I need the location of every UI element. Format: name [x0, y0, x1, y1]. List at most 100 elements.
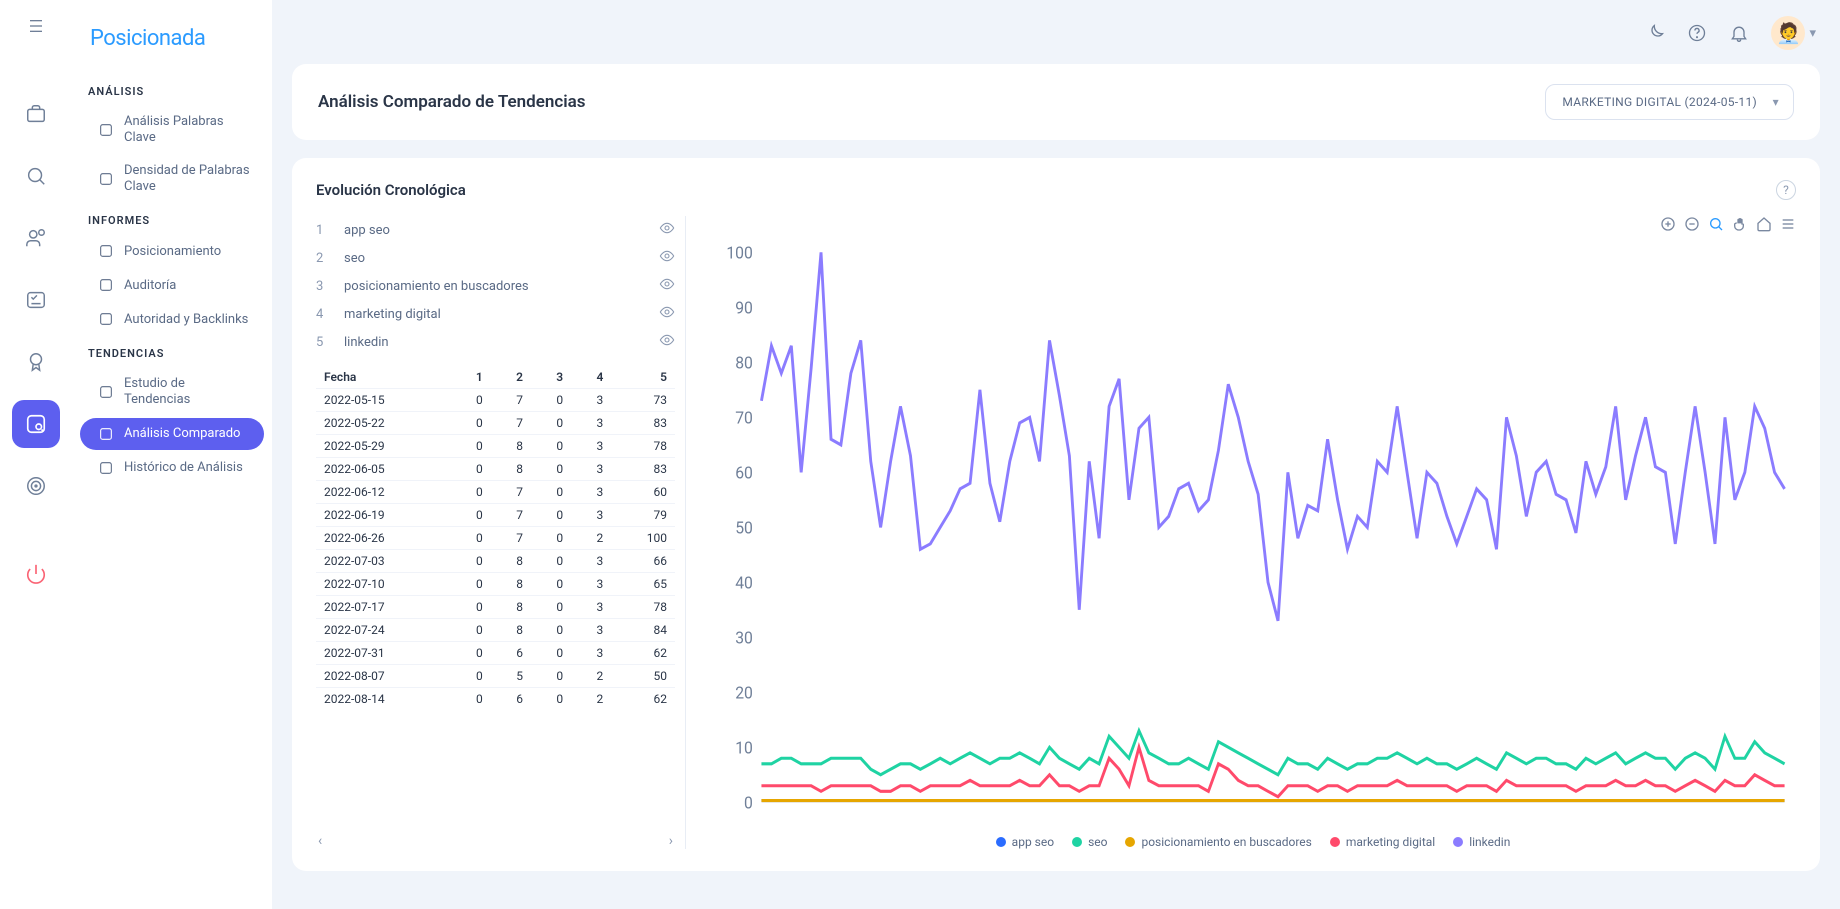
- avatar: 🧑‍💼: [1771, 16, 1805, 50]
- hamburger-icon[interactable]: [25, 18, 47, 34]
- legend-item[interactable]: posicionamiento en buscadores: [1125, 835, 1311, 849]
- panel-help-icon[interactable]: ?: [1776, 180, 1796, 200]
- table-row: 2022-07-10080365: [316, 573, 675, 596]
- eye-icon[interactable]: [659, 332, 675, 352]
- eye-icon[interactable]: [659, 304, 675, 324]
- rail-search-icon[interactable]: [12, 152, 60, 200]
- panel-title: Evolución Cronológica: [316, 181, 466, 199]
- sidebar-item[interactable]: Análisis Comparado: [80, 418, 264, 450]
- keyword-index: 3: [316, 279, 330, 294]
- y-tick-label: 0: [744, 793, 753, 813]
- bell-icon[interactable]: [1729, 23, 1749, 43]
- cell-date: 2022-08-14: [316, 688, 451, 711]
- zoom-out-icon[interactable]: [1684, 216, 1700, 236]
- page-title: Análisis Comparado de Tendencias: [318, 92, 586, 112]
- cell-value: 8: [491, 435, 531, 458]
- keyword-name: linkedin: [344, 335, 645, 350]
- sidebar-item[interactable]: Análisis Palabras Clave: [80, 106, 264, 153]
- cell-date: 2022-07-10: [316, 573, 451, 596]
- sidebar-item[interactable]: Auditoría: [80, 269, 264, 301]
- legend-item[interactable]: seo: [1072, 835, 1107, 849]
- sidebar-section-label: INFORMES: [72, 204, 272, 233]
- chart-area: 0102030405060708090100 app seoseoposicio…: [710, 216, 1796, 849]
- rail-briefcase-icon[interactable]: [12, 90, 60, 138]
- menu-icon[interactable]: [1780, 216, 1796, 236]
- sidebar-section-label: TENDENCIAS: [72, 337, 272, 366]
- legend-item[interactable]: linkedin: [1453, 835, 1510, 849]
- cell-value: 3: [571, 642, 611, 665]
- legend-label: seo: [1088, 835, 1107, 849]
- line-chart[interactable]: 0102030405060708090100: [710, 240, 1796, 827]
- area-zoom-icon[interactable]: [1708, 216, 1724, 236]
- legend-dot: [996, 837, 1006, 847]
- y-tick-label: 20: [735, 683, 753, 703]
- dark-mode-icon[interactable]: [1645, 23, 1665, 43]
- help-icon[interactable]: [1687, 23, 1707, 43]
- cell-date: 2022-07-31: [316, 642, 451, 665]
- cell-date: 2022-05-22: [316, 412, 451, 435]
- table-row: 2022-06-05080383: [316, 458, 675, 481]
- table-row: 2022-07-03080366: [316, 550, 675, 573]
- icon-rail: [0, 0, 72, 909]
- cell-value: 0: [451, 504, 491, 527]
- keyword-name: app seo: [344, 223, 645, 238]
- sidebar-item[interactable]: Histórico de Análisis: [80, 452, 264, 484]
- col-header: Fecha: [316, 366, 451, 389]
- keyword-row: 2seo: [316, 244, 675, 272]
- rail-trends-icon[interactable]: [12, 400, 60, 448]
- sidebar: Posicionada ANÁLISISAnálisis Palabras Cl…: [72, 0, 272, 909]
- cell-value: 8: [491, 458, 531, 481]
- rail-award-icon[interactable]: [12, 338, 60, 386]
- y-tick-label: 40: [735, 573, 753, 593]
- cell-value: 83: [611, 458, 675, 481]
- sidebar-item[interactable]: Estudio de Tendencias: [80, 368, 264, 415]
- rail-checklist-icon[interactable]: [12, 276, 60, 324]
- cell-value: 0: [531, 619, 571, 642]
- sidebar-item[interactable]: Densidad de Palabras Clave: [80, 155, 264, 202]
- col-header: 5: [611, 366, 675, 389]
- pan-icon[interactable]: [1732, 216, 1748, 236]
- cell-value: 3: [571, 596, 611, 619]
- rail-power-icon[interactable]: [12, 550, 60, 598]
- project-selector[interactable]: MARKETING DIGITAL (2024-05-11): [1545, 84, 1794, 120]
- keyword-name: seo: [344, 251, 645, 266]
- eye-icon[interactable]: [659, 220, 675, 240]
- legend-label: app seo: [1012, 835, 1054, 849]
- rail-users-icon[interactable]: [12, 214, 60, 262]
- cell-value: 62: [611, 688, 675, 711]
- cell-value: 3: [571, 481, 611, 504]
- legend-item[interactable]: app seo: [996, 835, 1054, 849]
- sidebar-item[interactable]: Posicionamiento: [80, 235, 264, 267]
- legend-item[interactable]: marketing digital: [1330, 835, 1435, 849]
- keyword-row: 5linkedin: [316, 328, 675, 356]
- y-tick-label: 10: [735, 738, 753, 758]
- cell-value: 84: [611, 619, 675, 642]
- keyword-table-panel: 1app seo2seo3posicionamiento en buscador…: [316, 216, 686, 849]
- cell-value: 66: [611, 550, 675, 573]
- page-prev-icon[interactable]: ‹: [318, 833, 322, 849]
- cell-value: 2: [571, 665, 611, 688]
- table-row: 2022-06-260702100: [316, 527, 675, 550]
- rail-target-icon[interactable]: [12, 462, 60, 510]
- cell-value: 83: [611, 412, 675, 435]
- chart-legend: app seo seo posicionamiento en buscadores m…: [710, 835, 1796, 849]
- cell-value: 3: [571, 435, 611, 458]
- y-tick-label: 70: [735, 408, 753, 428]
- eye-icon[interactable]: [659, 248, 675, 268]
- page-next-icon[interactable]: ›: [669, 833, 673, 849]
- cell-value: 100: [611, 527, 675, 550]
- keyword-row: 3posicionamiento en buscadores: [316, 272, 675, 300]
- cell-value: 3: [571, 504, 611, 527]
- cell-value: 0: [451, 389, 491, 412]
- cell-value: 0: [531, 642, 571, 665]
- cell-date: 2022-05-29: [316, 435, 451, 458]
- user-menu[interactable]: 🧑‍💼 ▾: [1771, 16, 1816, 50]
- sidebar-item[interactable]: Autoridad y Backlinks: [80, 303, 264, 335]
- eye-icon[interactable]: [659, 276, 675, 296]
- cell-value: 0: [531, 688, 571, 711]
- brand-logo[interactable]: Posicionada: [72, 16, 272, 75]
- zoom-in-icon[interactable]: [1660, 216, 1676, 236]
- cell-value: 0: [531, 665, 571, 688]
- cell-date: 2022-07-24: [316, 619, 451, 642]
- home-icon[interactable]: [1756, 216, 1772, 236]
